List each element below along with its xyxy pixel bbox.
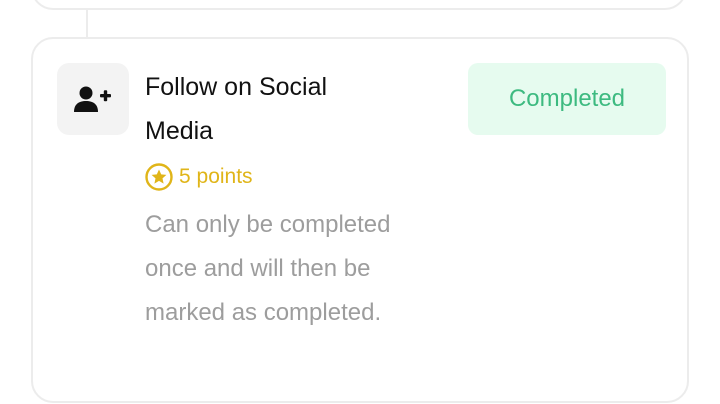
task-description: Can only be completed once and will then… <box>145 211 391 326</box>
add-user-icon <box>74 86 111 112</box>
previous-task-card <box>31 0 687 10</box>
task-icon-tile <box>57 63 129 135</box>
points-label: 5 points <box>179 165 253 188</box>
completed-status-button[interactable]: Completed <box>468 63 666 135</box>
task-points: 5 points <box>145 161 253 193</box>
star-coin-icon <box>145 163 173 191</box>
task-card: Follow on Social Media 5 points Can only… <box>31 37 689 403</box>
task-connector-line <box>86 10 88 38</box>
task-title: Follow on Social Media <box>145 73 328 145</box>
